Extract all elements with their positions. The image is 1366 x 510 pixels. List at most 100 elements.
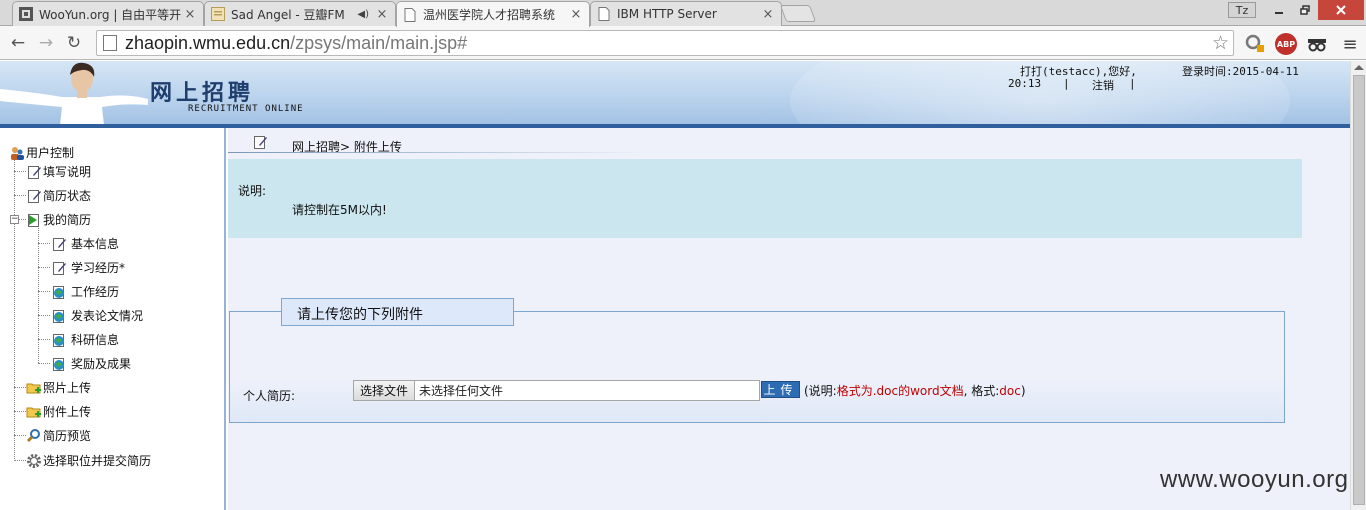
sidebar-item-label: 简历状态 bbox=[43, 189, 92, 203]
back-button[interactable]: ← bbox=[6, 32, 30, 54]
page-scrollbar[interactable] bbox=[1350, 61, 1366, 510]
chrome-menu-button[interactable]: ≡ bbox=[1339, 33, 1361, 55]
sidebar-item-resume-preview[interactable]: 简历预览 bbox=[26, 427, 91, 444]
sidebar-item-label: 发表论文情况 bbox=[71, 309, 144, 323]
sidebar-item-research[interactable]: 科研信息 bbox=[51, 331, 119, 348]
user-profile-button[interactable]: Tz bbox=[1228, 2, 1256, 18]
edit-doc-icon bbox=[51, 236, 67, 252]
sidebar-item-label: 简历预览 bbox=[43, 429, 92, 443]
folder-add-icon bbox=[26, 404, 42, 420]
page-viewport: 网上招聘 RECRUITMENT ONLINE 打打(testacc),您好, … bbox=[0, 61, 1366, 510]
edit-doc-icon bbox=[51, 260, 67, 276]
tab-close-icon[interactable]: × bbox=[761, 7, 775, 22]
choose-file-button[interactable]: 选择文件 bbox=[354, 381, 416, 400]
banner-person-image bbox=[0, 62, 148, 125]
incognito-mask-icon[interactable] bbox=[1306, 33, 1328, 55]
tab-close-icon[interactable]: × bbox=[183, 7, 197, 22]
attachment-section-title: 请上传您的下列附件 bbox=[281, 298, 514, 326]
globe-doc-icon bbox=[51, 356, 67, 372]
tree-guide bbox=[14, 150, 15, 461]
upload-hint: (说明:格式为.doc的word文档, 格式:doc) bbox=[804, 382, 1026, 399]
minimize-button[interactable] bbox=[1266, 0, 1292, 20]
magnifier-icon bbox=[26, 428, 42, 444]
tree-connector bbox=[38, 291, 50, 292]
tree-collapse-toggle[interactable]: − bbox=[10, 215, 19, 224]
tab-title: Sad Angel - 豆瓣FM bbox=[231, 7, 345, 22]
hint-mid: , 格式: bbox=[963, 384, 1000, 398]
gear-icon bbox=[26, 453, 42, 469]
resume-label: 个人简历: bbox=[243, 389, 296, 403]
edit-doc-icon bbox=[26, 188, 42, 204]
green-arrow-doc-icon bbox=[26, 212, 42, 228]
site-title: 网上招聘 bbox=[150, 81, 255, 106]
sidebar-item-work-experience[interactable]: 工作经历 bbox=[51, 283, 119, 300]
sidebar-item-label: 填写说明 bbox=[43, 165, 92, 179]
tab-title: 温州医学院人才招聘系统 bbox=[423, 8, 556, 22]
address-bar[interactable]: zhaopin.wmu.edu.cn/zpsys/main/main.jsp# … bbox=[96, 30, 1234, 56]
sidebar-item-label: 奖励及成果 bbox=[71, 357, 132, 371]
sidebar-item-basic-info[interactable]: 基本信息 bbox=[51, 235, 119, 252]
sidebar-item-publications[interactable]: 发表论文情况 bbox=[51, 307, 143, 324]
globe-doc-icon bbox=[51, 284, 67, 300]
tab-wooyun[interactable]: WooYun.org | 自由平等开 × bbox=[12, 1, 204, 26]
sidebar-item-my-resume[interactable]: 我的简历 bbox=[26, 211, 91, 228]
tab-recruitment-system[interactable]: 温州医学院人才招聘系统 × bbox=[396, 1, 590, 27]
sidebar-item-awards[interactable]: 奖励及成果 bbox=[51, 355, 131, 372]
extension-search-icon[interactable] bbox=[1244, 33, 1266, 55]
sidebar-item-label: 工作经历 bbox=[71, 285, 120, 299]
bookmark-star-icon[interactable]: ☆ bbox=[1212, 32, 1229, 55]
logout-link[interactable]: 注销 bbox=[1092, 77, 1114, 93]
reload-button[interactable]: ↻ bbox=[62, 32, 86, 54]
url-host: zhaopin.wmu.edu.cn bbox=[125, 32, 291, 53]
login-time: 登录时间:2015-04-11 bbox=[1182, 65, 1299, 78]
forward-button[interactable]: → bbox=[34, 32, 58, 54]
sidebar-item-submit-resume[interactable]: 选择职位并提交简历 bbox=[26, 452, 151, 469]
restore-icon bbox=[1300, 5, 1310, 15]
sidebar-item-label: 选择职位并提交简历 bbox=[43, 454, 152, 468]
sidebar-root-user-control[interactable]: 用户控制 bbox=[9, 144, 74, 161]
hint-format-desc: 格式为.doc的word文档 bbox=[836, 384, 964, 398]
upload-button[interactable]: 上传 bbox=[761, 381, 800, 398]
separator: | bbox=[1129, 77, 1136, 90]
tab-close-icon[interactable]: × bbox=[375, 7, 389, 22]
globe-doc-icon bbox=[51, 308, 67, 324]
close-icon bbox=[1336, 5, 1346, 15]
new-tab-button[interactable] bbox=[779, 5, 817, 22]
maximize-button[interactable] bbox=[1292, 0, 1318, 20]
watermark: www.wooyun.org bbox=[1160, 466, 1349, 493]
page-favicon-icon bbox=[597, 7, 611, 21]
sidebar-item-attachment-upload[interactable]: 附件上传 bbox=[26, 403, 91, 420]
tab-title: IBM HTTP Server bbox=[617, 7, 717, 21]
site-subtitle: RECRUITMENT ONLINE bbox=[188, 104, 304, 114]
tab-ibm-http-server[interactable]: IBM HTTP Server × bbox=[590, 1, 782, 26]
sidebar-item-resume-status[interactable]: 简历状态 bbox=[26, 187, 91, 204]
tab-douban-fm[interactable]: Sad Angel - 豆瓣FM ◀) × bbox=[204, 1, 396, 26]
sidebar-item-photo-upload[interactable]: 照片上传 bbox=[26, 379, 91, 396]
resume-file-input[interactable]: 选择文件 未选择任何文件 bbox=[353, 380, 760, 401]
douban-favicon-icon bbox=[211, 7, 225, 21]
tree-connector bbox=[14, 435, 26, 436]
sidebar-item-label: 学习经历* bbox=[71, 261, 126, 275]
page-favicon-icon bbox=[403, 7, 417, 22]
attachment-fieldset bbox=[229, 311, 1285, 423]
tab-close-icon[interactable]: × bbox=[569, 7, 583, 22]
scroll-up-arrow-icon[interactable] bbox=[1354, 65, 1364, 70]
speaker-icon: ◀) bbox=[357, 8, 369, 20]
notice-label: 说明: bbox=[238, 184, 267, 198]
hint-format: doc bbox=[999, 384, 1021, 398]
tab-strip: WooYun.org | 自由平等开 × Sad Angel - 豆瓣FM ◀)… bbox=[0, 0, 1366, 27]
globe-doc-icon bbox=[51, 332, 67, 348]
minimize-icon bbox=[1275, 12, 1283, 14]
sidebar-item-instructions[interactable]: 填写说明 bbox=[26, 163, 91, 180]
notice-panel: 说明: 请控制在5M以内! bbox=[228, 159, 1302, 238]
tree-connector bbox=[38, 267, 50, 268]
tree-connector bbox=[14, 460, 26, 461]
close-window-button[interactable] bbox=[1318, 0, 1364, 20]
hint-suffix: ) bbox=[1020, 384, 1026, 398]
page-info-icon[interactable] bbox=[103, 35, 117, 51]
tree-connector bbox=[14, 387, 26, 388]
scroll-thumb[interactable] bbox=[1353, 75, 1365, 505]
sidebar-item-education[interactable]: 学习经历* bbox=[51, 259, 125, 276]
tree-connector bbox=[38, 315, 50, 316]
adblock-plus-icon[interactable]: ABP bbox=[1275, 33, 1297, 55]
